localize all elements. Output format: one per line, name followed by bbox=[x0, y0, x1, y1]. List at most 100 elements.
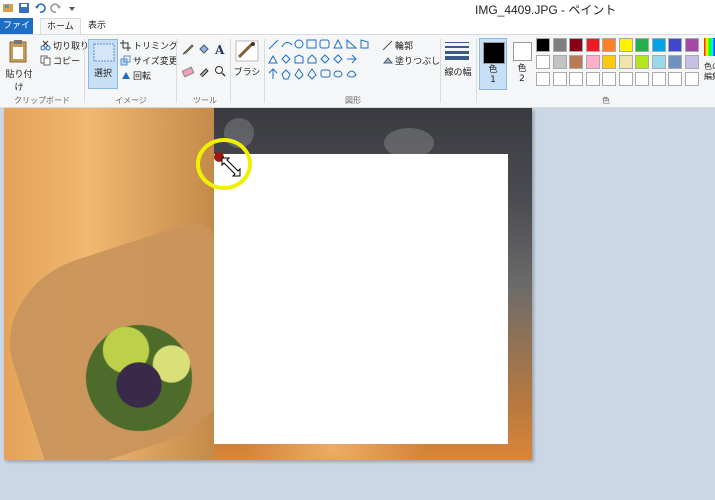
window-title: IMG_4409.JPG - ペイント bbox=[475, 3, 617, 17]
color1-swatch bbox=[483, 42, 505, 64]
outline-icon bbox=[382, 40, 393, 51]
crop-button[interactable]: トリミング bbox=[120, 39, 178, 52]
color-swatch[interactable] bbox=[618, 55, 633, 69]
paste-icon bbox=[9, 40, 27, 63]
resize-icon bbox=[120, 55, 131, 66]
color-swatch[interactable] bbox=[618, 38, 633, 52]
edit-colors-button[interactable]: 色の 編集 bbox=[704, 38, 715, 90]
tab-view[interactable]: 表示 bbox=[82, 18, 112, 34]
shapes-group-label: 図形 bbox=[345, 96, 361, 105]
color-swatch[interactable] bbox=[569, 38, 583, 52]
color-picker-icon[interactable] bbox=[198, 65, 210, 77]
color-swatch[interactable] bbox=[635, 38, 649, 52]
color-swatch[interactable] bbox=[585, 72, 600, 86]
color-swatch[interactable] bbox=[602, 38, 616, 52]
line-width-icon bbox=[445, 42, 469, 60]
color-swatch[interactable] bbox=[585, 38, 600, 52]
color-swatch[interactable] bbox=[552, 38, 567, 52]
size-label: 線の幅 bbox=[444, 68, 472, 78]
copy-icon bbox=[40, 55, 51, 66]
select-label: 選択 bbox=[93, 69, 112, 79]
color-swatch[interactable] bbox=[635, 72, 649, 86]
color1-button[interactable]: 色 1 bbox=[479, 38, 507, 90]
outline-label: 輪郭 bbox=[395, 42, 414, 52]
text-icon[interactable]: A bbox=[214, 43, 226, 55]
color-swatch[interactable] bbox=[684, 38, 699, 52]
rotate-icon bbox=[122, 72, 130, 79]
separator bbox=[176, 39, 177, 103]
quick-access-toolbar bbox=[2, 2, 78, 14]
color-swatch[interactable] bbox=[651, 55, 666, 69]
edit-colors-icon bbox=[704, 38, 715, 56]
color-swatch[interactable] bbox=[668, 72, 682, 86]
color2-swatch bbox=[513, 42, 532, 61]
image-group-label: イメージ bbox=[115, 96, 147, 105]
tab-file[interactable]: ファイル bbox=[0, 18, 33, 47]
copy-label: コピー bbox=[53, 57, 81, 67]
separator bbox=[440, 39, 441, 103]
fill-bucket-icon[interactable] bbox=[198, 43, 210, 55]
color-swatch[interactable] bbox=[618, 72, 633, 86]
color-swatch[interactable] bbox=[585, 55, 600, 69]
ribbon: 貼り付け 切り取り コピー クリップボード 選択 トリミング サイズ変更 回転 … bbox=[0, 34, 715, 108]
eraser-icon[interactable] bbox=[182, 65, 194, 77]
cut-button[interactable]: 切り取り bbox=[40, 39, 89, 52]
fill-button[interactable]: 塗りつぶし bbox=[382, 54, 440, 67]
customize-qat-icon[interactable] bbox=[66, 2, 78, 14]
resize-button[interactable]: サイズ変更 bbox=[120, 54, 178, 67]
color-swatch[interactable] bbox=[569, 72, 583, 86]
color-swatch[interactable] bbox=[536, 38, 550, 52]
color-swatch[interactable] bbox=[684, 72, 699, 86]
paint-app-icon[interactable] bbox=[2, 2, 14, 14]
paste-button[interactable]: 貼り付け bbox=[4, 39, 34, 93]
magnifier-icon[interactable] bbox=[214, 65, 226, 77]
scissors-icon bbox=[40, 40, 51, 51]
resize-label: サイズ変更 bbox=[133, 57, 178, 67]
redo-icon[interactable] bbox=[50, 2, 62, 14]
brushes-button[interactable]: ブラシ bbox=[234, 39, 260, 89]
color2-button[interactable]: 色 2 bbox=[510, 38, 534, 90]
tools-grid: A bbox=[182, 43, 228, 79]
color-palette bbox=[536, 38, 702, 90]
svg-text:A: A bbox=[214, 43, 225, 55]
paste-label: 貼り付け bbox=[5, 70, 33, 93]
paint-canvas[interactable] bbox=[4, 108, 532, 460]
color-swatch[interactable] bbox=[668, 55, 682, 69]
rotate-button[interactable]: 回転 bbox=[120, 69, 151, 82]
white-selection-box[interactable] bbox=[214, 154, 508, 444]
shapes-gallery[interactable] bbox=[268, 38, 374, 85]
select-icon bbox=[93, 43, 115, 62]
fill-icon bbox=[382, 57, 393, 64]
tab-home[interactable]: ホーム bbox=[40, 18, 81, 35]
fill-label: 塗りつぶし bbox=[395, 57, 441, 67]
color2-label: 色 2 bbox=[517, 64, 527, 84]
size-button[interactable]: 線の幅 bbox=[444, 41, 472, 89]
save-icon[interactable] bbox=[18, 2, 30, 14]
brush-icon bbox=[235, 40, 259, 62]
color-swatch[interactable] bbox=[651, 72, 666, 86]
color-swatch[interactable] bbox=[536, 72, 550, 86]
color-swatch[interactable] bbox=[569, 55, 583, 69]
bouquet-flowers bbox=[74, 308, 204, 448]
cursor-highlight bbox=[196, 138, 258, 194]
color-swatch[interactable] bbox=[651, 38, 666, 52]
color-swatch[interactable] bbox=[536, 55, 550, 69]
edit-colors-label: 色の 編集 bbox=[704, 62, 715, 81]
colors-group-label: 色 bbox=[602, 96, 610, 105]
select-button[interactable]: 選択 bbox=[88, 39, 118, 89]
title-bar: IMG_4409.JPG - ペイント bbox=[0, 0, 715, 18]
color-swatch[interactable] bbox=[684, 55, 699, 69]
resize-cursor-icon bbox=[221, 157, 241, 177]
separator bbox=[84, 39, 85, 103]
color-swatch[interactable] bbox=[668, 38, 682, 52]
outline-button[interactable]: 輪郭 bbox=[382, 39, 413, 52]
crop-icon bbox=[120, 40, 131, 51]
pencil-icon[interactable] bbox=[182, 43, 194, 55]
color-swatch[interactable] bbox=[602, 55, 616, 69]
color-swatch[interactable] bbox=[635, 55, 649, 69]
color-swatch[interactable] bbox=[552, 72, 567, 86]
color-swatch[interactable] bbox=[552, 55, 567, 69]
color-swatch[interactable] bbox=[602, 72, 616, 86]
undo-icon[interactable] bbox=[34, 2, 46, 14]
copy-button[interactable]: コピー bbox=[40, 54, 80, 67]
